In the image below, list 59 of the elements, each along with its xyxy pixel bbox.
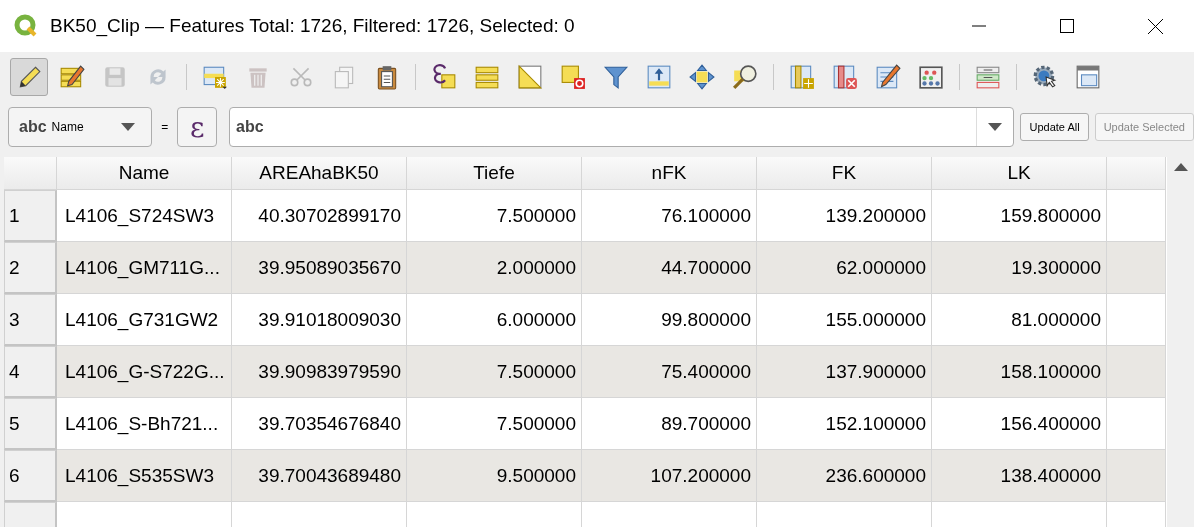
table-pencil-icon: [875, 64, 901, 90]
table-cell: 39.70043689480: [232, 450, 407, 502]
row-header[interactable]: 5: [4, 398, 57, 450]
table-cell: L4106_S535SW3: [57, 450, 232, 502]
square-no-icon: [560, 64, 586, 90]
table-cell: 138.400000: [932, 450, 1107, 502]
triangle-icon: [517, 64, 543, 90]
close-icon[interactable]: [1147, 18, 1163, 34]
window-title: BK50_Clip — Features Total: 1726, Filtered: 1726, Selected: 0: [50, 15, 576, 37]
row-header[interactable]: 3: [4, 294, 57, 346]
table-cell: L4106_G-S722G...: [57, 346, 232, 398]
row-header[interactable]: 6: [4, 450, 57, 502]
filter-value-field[interactable]: abc: [229, 107, 1015, 147]
epsilon-square-icon: [431, 64, 457, 90]
expression-button[interactable]: ε: [177, 107, 218, 147]
magnifier-icon: [732, 64, 758, 90]
table-cell: 39.95089035670: [232, 242, 407, 294]
scroll-up-icon[interactable]: [1173, 163, 1188, 171]
column-header[interactable]: Tiefe: [407, 157, 582, 190]
table-cell: 39.90983979590: [232, 346, 407, 398]
row-header[interactable]: 4: [4, 346, 57, 398]
form-icon: [975, 64, 1001, 90]
table-cell: 107.200000: [582, 450, 757, 502]
app-logo-icon: [14, 14, 38, 38]
caret-icon[interactable]: [988, 123, 1003, 131]
window-icon: [1075, 64, 1101, 90]
header-corner: [4, 157, 57, 190]
table-star-icon: [202, 64, 228, 90]
row-header[interactable]: 2: [4, 242, 57, 294]
funnel-icon: [603, 64, 629, 90]
maximize-icon[interactable]: [1060, 19, 1074, 33]
table-cell: 137.900000: [757, 346, 932, 398]
column-header[interactable]: LK: [932, 157, 1107, 190]
update-button[interactable]: Update All: [1020, 113, 1089, 141]
column-x-icon: [832, 64, 858, 90]
column-header[interactable]: Name: [57, 157, 232, 190]
table-cell: 75.400000: [582, 346, 757, 398]
field-dropdown[interactable]: abc Name: [8, 107, 153, 147]
table-cell: 236.600000: [757, 450, 932, 502]
rows-icon: [474, 64, 500, 90]
table-cell: 158.100000: [932, 346, 1107, 398]
table-cell: 19.300000: [932, 242, 1107, 294]
column-header[interactable]: AREAhaBK50: [232, 157, 407, 190]
table-pencil-icon: [59, 64, 85, 90]
table-cell: 7.500000: [407, 346, 582, 398]
toolbar-button[interactable]: [10, 58, 48, 96]
table-cell: 44.700000: [582, 242, 757, 294]
column-header[interactable]: FK: [757, 157, 932, 190]
row-header[interactable]: 1: [4, 190, 57, 242]
table-cell: L4106_GM711G...: [57, 242, 232, 294]
operator-label: =: [161, 120, 169, 134]
table-cell: 9.500000: [407, 450, 582, 502]
column-header[interactable]: nFK: [582, 157, 757, 190]
gear-cursor-icon: [1032, 64, 1058, 90]
table-cell: 62.000000: [757, 242, 932, 294]
caret-icon: [121, 123, 136, 131]
arrows-icon: [689, 64, 715, 90]
table-cell: 2.000000: [407, 242, 582, 294]
abacus-icon: [918, 64, 944, 90]
